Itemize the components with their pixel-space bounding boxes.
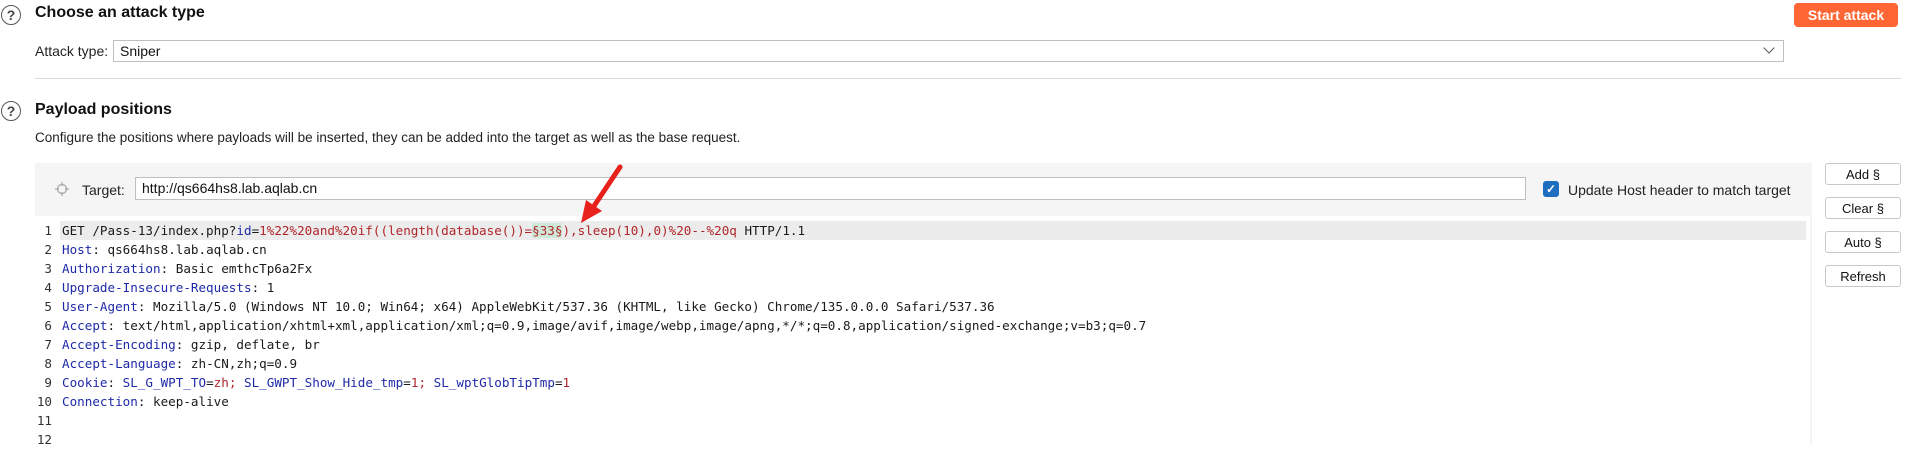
header-value: : Basic emthcTp6a2Fx [160,261,313,276]
cookie-name: SL_wptGlobTipTmp [433,375,555,390]
cookie-name: SL_G_WPT_TO [122,375,207,390]
payload-marker[interactable]: §33§ [532,223,563,238]
line-number: 5 [44,299,52,314]
param-name: id [236,223,252,238]
line-number: 2 [44,242,52,257]
header-name: Cookie [62,375,108,390]
start-attack-button[interactable]: Start attack [1794,3,1898,27]
header-value: : Mozilla/5.0 (Windows NT 10.0; Win64; x… [137,299,995,314]
annotation-arrow-icon [581,164,623,223]
request-method-path: GET /Pass-13/index.php? [62,223,237,238]
help-icon[interactable]: ? [1,5,21,25]
clear-payload-markers-button[interactable]: Clear § [1825,197,1901,219]
update-host-checkbox[interactable]: ✓ [1543,181,1559,197]
attack-type-value: Sniper [120,43,161,59]
param-value: 1%22%20and%20if((length(database())= [259,223,533,238]
section-divider [35,78,1901,79]
payload-positions-description: Configure the positions where payloads w… [35,130,741,145]
header-line: Upgrade-Insecure-Requests: 1 [62,278,274,297]
attack-type-title: Choose an attack type [35,4,205,21]
target-label: Target: [82,182,125,198]
line-number: 6 [44,318,52,333]
line-number: 3 [44,261,52,276]
header-value: : 1 [251,280,275,295]
header-value: : gzip, deflate, br [175,337,320,352]
line-number: 8 [44,356,52,371]
chevron-down-icon [1763,42,1775,54]
line-number: 10 [36,394,52,409]
attack-type-select[interactable]: Sniper [113,40,1784,62]
cookie-separator: ; [228,375,245,390]
cookie-equals: = [403,375,411,390]
header-separator: : [107,375,123,390]
add-payload-marker-button[interactable]: Add § [1825,163,1901,185]
line-number: 12 [36,432,52,447]
header-name: Connection [62,394,138,409]
refresh-button[interactable]: Refresh [1825,265,1901,287]
header-line: Authorization: Basic emthcTp6a2Fx [62,259,312,278]
cookie-value: 1 [562,375,571,390]
header-name: Host [62,242,93,257]
cookie-line: Cookie: SL_G_WPT_TO=zh; SL_GWPT_Show_Hid… [62,373,570,392]
header-value: : qs664hs8.lab.aqlab.cn [92,242,267,257]
target-input[interactable]: http://qs664hs8.lab.aqlab.cn [135,177,1526,200]
header-value: : keep-alive [137,394,229,409]
line-number: 11 [36,413,52,428]
payload-positions-title: Payload positions [35,101,172,118]
line-number: 9 [44,375,52,390]
cookie-name: SL_GWPT_Show_Hide_tmp [244,375,404,390]
cookie-separator: ; [418,375,434,390]
header-name: Authorization [62,261,161,276]
update-host-label: Update Host header to match target [1568,182,1791,198]
header-line: Accept: text/html,application/xhtml+xml,… [62,316,1146,335]
line-number: 1 [44,223,52,238]
header-value: : zh-CN,zh;q=0.9 [175,356,298,371]
header-line: Connection: keep-alive [62,392,229,411]
line-number: 7 [44,337,52,352]
header-name: Accept-Language [62,356,176,371]
header-line: User-Agent: Mozilla/5.0 (Windows NT 10.0… [62,297,995,316]
header-line: Host: qs664hs8.lab.aqlab.cn [62,240,267,259]
header-name: Accept [62,318,108,333]
header-name: Upgrade-Insecure-Requests [62,280,252,295]
header-name: User-Agent [62,299,138,314]
crosshair-icon [55,182,69,196]
cookie-value: zh [213,375,229,390]
http-protocol: HTTP/1.1 [736,223,806,238]
header-line: Accept-Encoding: gzip, deflate, br [62,335,320,354]
help-icon[interactable]: ? [1,101,21,121]
line-number: 4 [44,280,52,295]
request-line: GET /Pass-13/index.php?id=1%22%20and%20i… [62,221,805,240]
cookie-equals: = [554,375,563,390]
attack-type-label: Attack type: [35,43,109,59]
header-line: Accept-Language: zh-CN,zh;q=0.9 [62,354,297,373]
header-value: : text/html,application/xhtml+xml,applic… [107,318,1147,333]
cookie-equals: = [206,375,214,390]
header-name: Accept-Encoding [62,337,176,352]
auto-payload-markers-button[interactable]: Auto § [1825,231,1901,253]
